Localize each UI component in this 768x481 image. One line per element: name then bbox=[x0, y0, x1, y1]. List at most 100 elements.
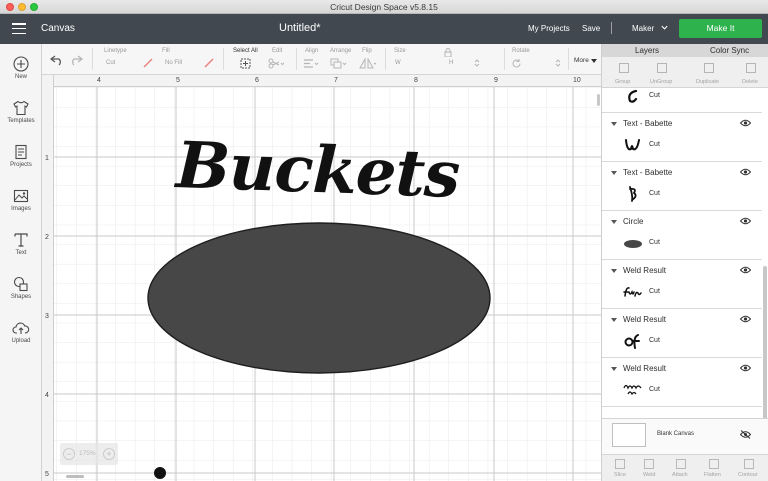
sidebar-item-templates[interactable]: Templates bbox=[0, 100, 42, 124]
fill-color-icon[interactable] bbox=[204, 58, 214, 68]
undo-icon[interactable] bbox=[50, 54, 64, 66]
layers-scrollbar[interactable] bbox=[763, 266, 767, 418]
layer-operation: Cut bbox=[649, 386, 660, 393]
sidebar-item-projects[interactable]: Projects bbox=[0, 144, 42, 168]
layer-operation: Cut bbox=[649, 239, 660, 246]
collapse-triangle-icon[interactable] bbox=[611, 171, 617, 175]
ruler-tick: 3 bbox=[45, 313, 49, 320]
sidebar-label: Text bbox=[15, 250, 27, 256]
sidebar-label: Upload bbox=[11, 338, 31, 344]
ruler-tick: 8 bbox=[414, 77, 418, 84]
tab-color-sync[interactable]: Color Sync bbox=[710, 46, 749, 55]
delete-button[interactable]: Delete bbox=[742, 79, 758, 85]
flip-icon[interactable] bbox=[359, 58, 377, 69]
menu-icon[interactable] bbox=[12, 23, 26, 35]
layer-thumbnail bbox=[629, 186, 637, 202]
layer-row[interactable]: Text - Babette Cut bbox=[602, 162, 762, 211]
arrange-icon[interactable] bbox=[330, 58, 348, 69]
tab-layers[interactable]: Layers bbox=[635, 46, 659, 55]
sidebar-item-upload[interactable]: Upload bbox=[0, 320, 42, 344]
flatten-icon[interactable] bbox=[709, 459, 719, 469]
layer-row[interactable]: Weld Result Cut bbox=[602, 358, 762, 407]
layer-row[interactable]: Weld Result Cut bbox=[602, 260, 762, 309]
document-title[interactable]: Untitled* bbox=[279, 22, 321, 34]
blank-canvas-label: Blank Canvas bbox=[657, 431, 695, 437]
layer-row[interactable]: Cut bbox=[602, 88, 762, 113]
ungroup-button[interactable]: UnGroup bbox=[650, 79, 672, 85]
slice-icon[interactable] bbox=[615, 459, 625, 469]
attach-icon[interactable] bbox=[676, 459, 686, 469]
size-stepper-icon[interactable] bbox=[474, 58, 480, 68]
linetype-color-icon[interactable] bbox=[143, 58, 153, 68]
size-height-input[interactable]: H bbox=[449, 60, 453, 66]
linetype-label: Linetype bbox=[104, 48, 127, 54]
collapse-triangle-icon[interactable] bbox=[611, 318, 617, 322]
canvas-vertical-scrollbar[interactable] bbox=[597, 94, 600, 106]
buckets-text[interactable]: Buckets bbox=[175, 128, 461, 213]
design-canvas[interactable]: Buckets bbox=[42, 75, 601, 481]
layer-row[interactable]: Circle Cut bbox=[602, 211, 762, 260]
size-width-input[interactable]: W bbox=[395, 60, 401, 66]
redo-icon[interactable] bbox=[69, 54, 83, 66]
ungroup-icon[interactable] bbox=[657, 63, 667, 73]
fill-select[interactable]: No Fill bbox=[165, 60, 182, 66]
flatten-button[interactable]: Flatten bbox=[704, 472, 721, 478]
group-button[interactable]: Group bbox=[615, 79, 630, 85]
eye-icon[interactable] bbox=[740, 168, 751, 176]
chevron-down-icon[interactable] bbox=[660, 23, 669, 32]
linetype-select[interactable]: Cut bbox=[106, 60, 115, 66]
weld-button[interactable]: Weld bbox=[643, 472, 655, 478]
blank-canvas-row[interactable]: Blank Canvas bbox=[602, 418, 768, 454]
toolbar-divider bbox=[385, 48, 386, 70]
eye-icon[interactable] bbox=[740, 119, 751, 127]
contour-button[interactable]: Contour bbox=[738, 472, 758, 478]
layer-operation: Cut bbox=[649, 92, 660, 99]
my-projects-link[interactable]: My Projects bbox=[528, 24, 570, 33]
partial-object[interactable] bbox=[154, 467, 166, 479]
duplicate-button[interactable]: Duplicate bbox=[696, 79, 719, 85]
zoom-out-button[interactable]: − bbox=[63, 448, 75, 460]
ruler-tick: 5 bbox=[176, 77, 180, 84]
rotate-icon[interactable] bbox=[511, 58, 522, 69]
weld-icon[interactable] bbox=[644, 459, 654, 469]
contour-icon[interactable] bbox=[744, 459, 754, 469]
edit-icon[interactable] bbox=[268, 58, 284, 69]
zoom-in-button[interactable]: + bbox=[103, 448, 115, 460]
more-button[interactable]: More bbox=[574, 57, 589, 64]
ellipse-shape[interactable] bbox=[146, 221, 492, 375]
sidebar-item-new[interactable]: New bbox=[0, 56, 42, 80]
eye-icon[interactable] bbox=[740, 364, 751, 372]
attach-button[interactable]: Attach bbox=[672, 472, 688, 478]
layer-row[interactable]: Text - Babette Cut bbox=[602, 113, 762, 162]
lock-icon[interactable] bbox=[444, 48, 452, 57]
slice-button[interactable]: Slice bbox=[614, 472, 626, 478]
collapse-triangle-icon[interactable] bbox=[611, 122, 617, 126]
duplicate-icon[interactable] bbox=[704, 63, 714, 73]
sidebar-item-text[interactable]: Text bbox=[0, 232, 42, 256]
select-all-icon[interactable] bbox=[240, 58, 251, 69]
shirt-icon bbox=[13, 100, 29, 116]
collapse-triangle-icon[interactable] bbox=[611, 367, 617, 371]
sidebar-item-images[interactable]: Images bbox=[0, 188, 42, 212]
align-icon[interactable] bbox=[303, 58, 319, 69]
eye-hidden-icon[interactable] bbox=[740, 430, 751, 439]
make-it-button[interactable]: Make It bbox=[679, 19, 762, 38]
cloud-upload-icon bbox=[12, 322, 30, 334]
eye-icon[interactable] bbox=[740, 315, 751, 323]
sidebar-item-shapes[interactable]: Shapes bbox=[0, 276, 42, 300]
zoom-value: 175% bbox=[79, 450, 96, 457]
machine-select[interactable]: Maker bbox=[632, 24, 654, 33]
group-icon[interactable] bbox=[619, 63, 629, 73]
layer-name: Weld Result bbox=[623, 364, 666, 373]
blank-canvas-swatch[interactable] bbox=[612, 423, 646, 447]
rotate-stepper-icon[interactable] bbox=[555, 58, 561, 68]
canvas-horizontal-scrollbar[interactable] bbox=[66, 475, 84, 478]
eye-icon[interactable] bbox=[740, 217, 751, 225]
more-chevron-icon[interactable] bbox=[591, 59, 597, 64]
collapse-triangle-icon[interactable] bbox=[611, 220, 617, 224]
collapse-triangle-icon[interactable] bbox=[611, 269, 617, 273]
eye-icon[interactable] bbox=[740, 266, 751, 274]
save-link[interactable]: Save bbox=[582, 24, 600, 33]
layer-row[interactable]: Weld Result Cut bbox=[602, 309, 762, 358]
delete-icon[interactable] bbox=[746, 63, 756, 73]
